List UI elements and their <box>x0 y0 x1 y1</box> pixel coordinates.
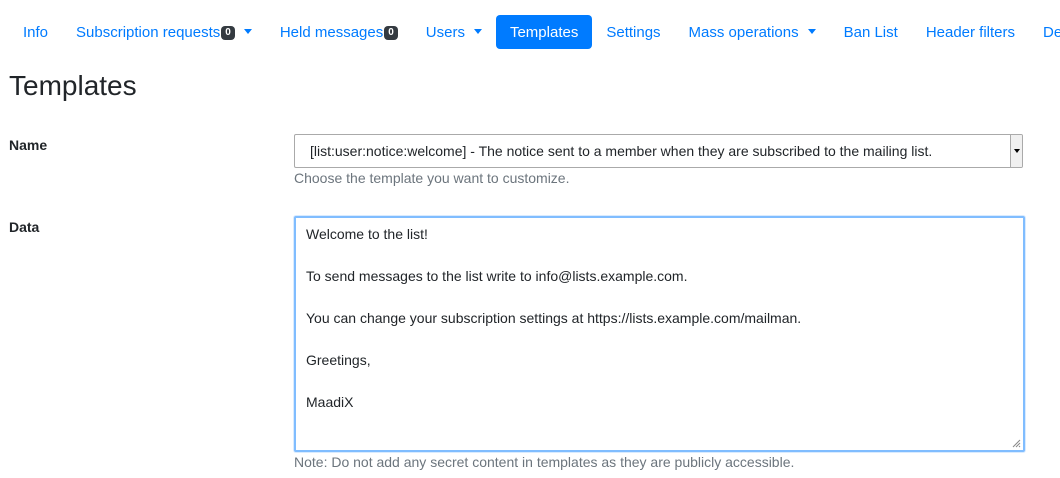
nav-info[interactable]: Info <box>9 15 62 49</box>
nav-header-filters[interactable]: Header filters <box>912 15 1029 49</box>
nav-users[interactable]: Users <box>412 15 496 49</box>
chevron-down-icon <box>473 28 482 34</box>
chevron-down-icon <box>807 28 816 34</box>
nav-settings-label: Settings <box>606 23 661 41</box>
nav-held-messages-label: Held messages <box>279 23 384 41</box>
resize-handle-icon[interactable] <box>1011 438 1021 448</box>
nav-mass-operations[interactable]: Mass operations <box>675 15 830 49</box>
list-settings-nav: Info Subscription requests 0 Held messag… <box>9 15 1060 49</box>
page-title: Templates <box>9 70 137 101</box>
chevron-down-icon <box>243 28 252 34</box>
nav-templates-label: Templates <box>509 23 579 41</box>
name-help-text: Choose the template you want to customiz… <box>294 170 570 186</box>
subscription-requests-count-badge: 0 <box>221 26 235 40</box>
nav-header-filters-label: Header filters <box>925 23 1016 41</box>
nav-ban-list-label: Ban List <box>843 23 898 41</box>
template-data-content: Welcome to the list! To send messages to… <box>306 226 802 410</box>
nav-mass-operations-label: Mass operations <box>688 23 799 41</box>
nav-held-messages[interactable]: Held messages 0 <box>266 15 412 49</box>
name-label: Name <box>9 137 48 153</box>
nav-users-label: Users <box>425 23 465 41</box>
nav-subscription-requests[interactable]: Subscription requests 0 <box>62 15 266 49</box>
nav-settings[interactable]: Settings <box>592 15 674 49</box>
nav-subscription-requests-label: Subscription requests <box>76 23 221 41</box>
template-name-select[interactable]: [list:user:notice:welcome] - The notice … <box>294 134 1023 168</box>
template-data-textarea[interactable]: Welcome to the list! To send messages to… <box>294 216 1025 452</box>
data-label: Data <box>9 219 40 235</box>
template-name-selected-value: [list:user:notice:welcome] - The notice … <box>310 143 933 159</box>
nav-delete[interactable]: Delete <box>1029 15 1060 49</box>
data-help-text: Note: Do not add any secret content in t… <box>294 454 795 470</box>
chevron-down-icon <box>1013 149 1020 153</box>
nav-delete-label: Delete <box>1043 23 1060 41</box>
held-messages-count-badge: 0 <box>384 26 398 40</box>
nav-templates[interactable]: Templates <box>495 15 593 49</box>
nav-ban-list[interactable]: Ban List <box>830 15 912 49</box>
nav-info-label: Info <box>23 23 49 41</box>
select-dropdown-button[interactable] <box>1010 135 1022 167</box>
